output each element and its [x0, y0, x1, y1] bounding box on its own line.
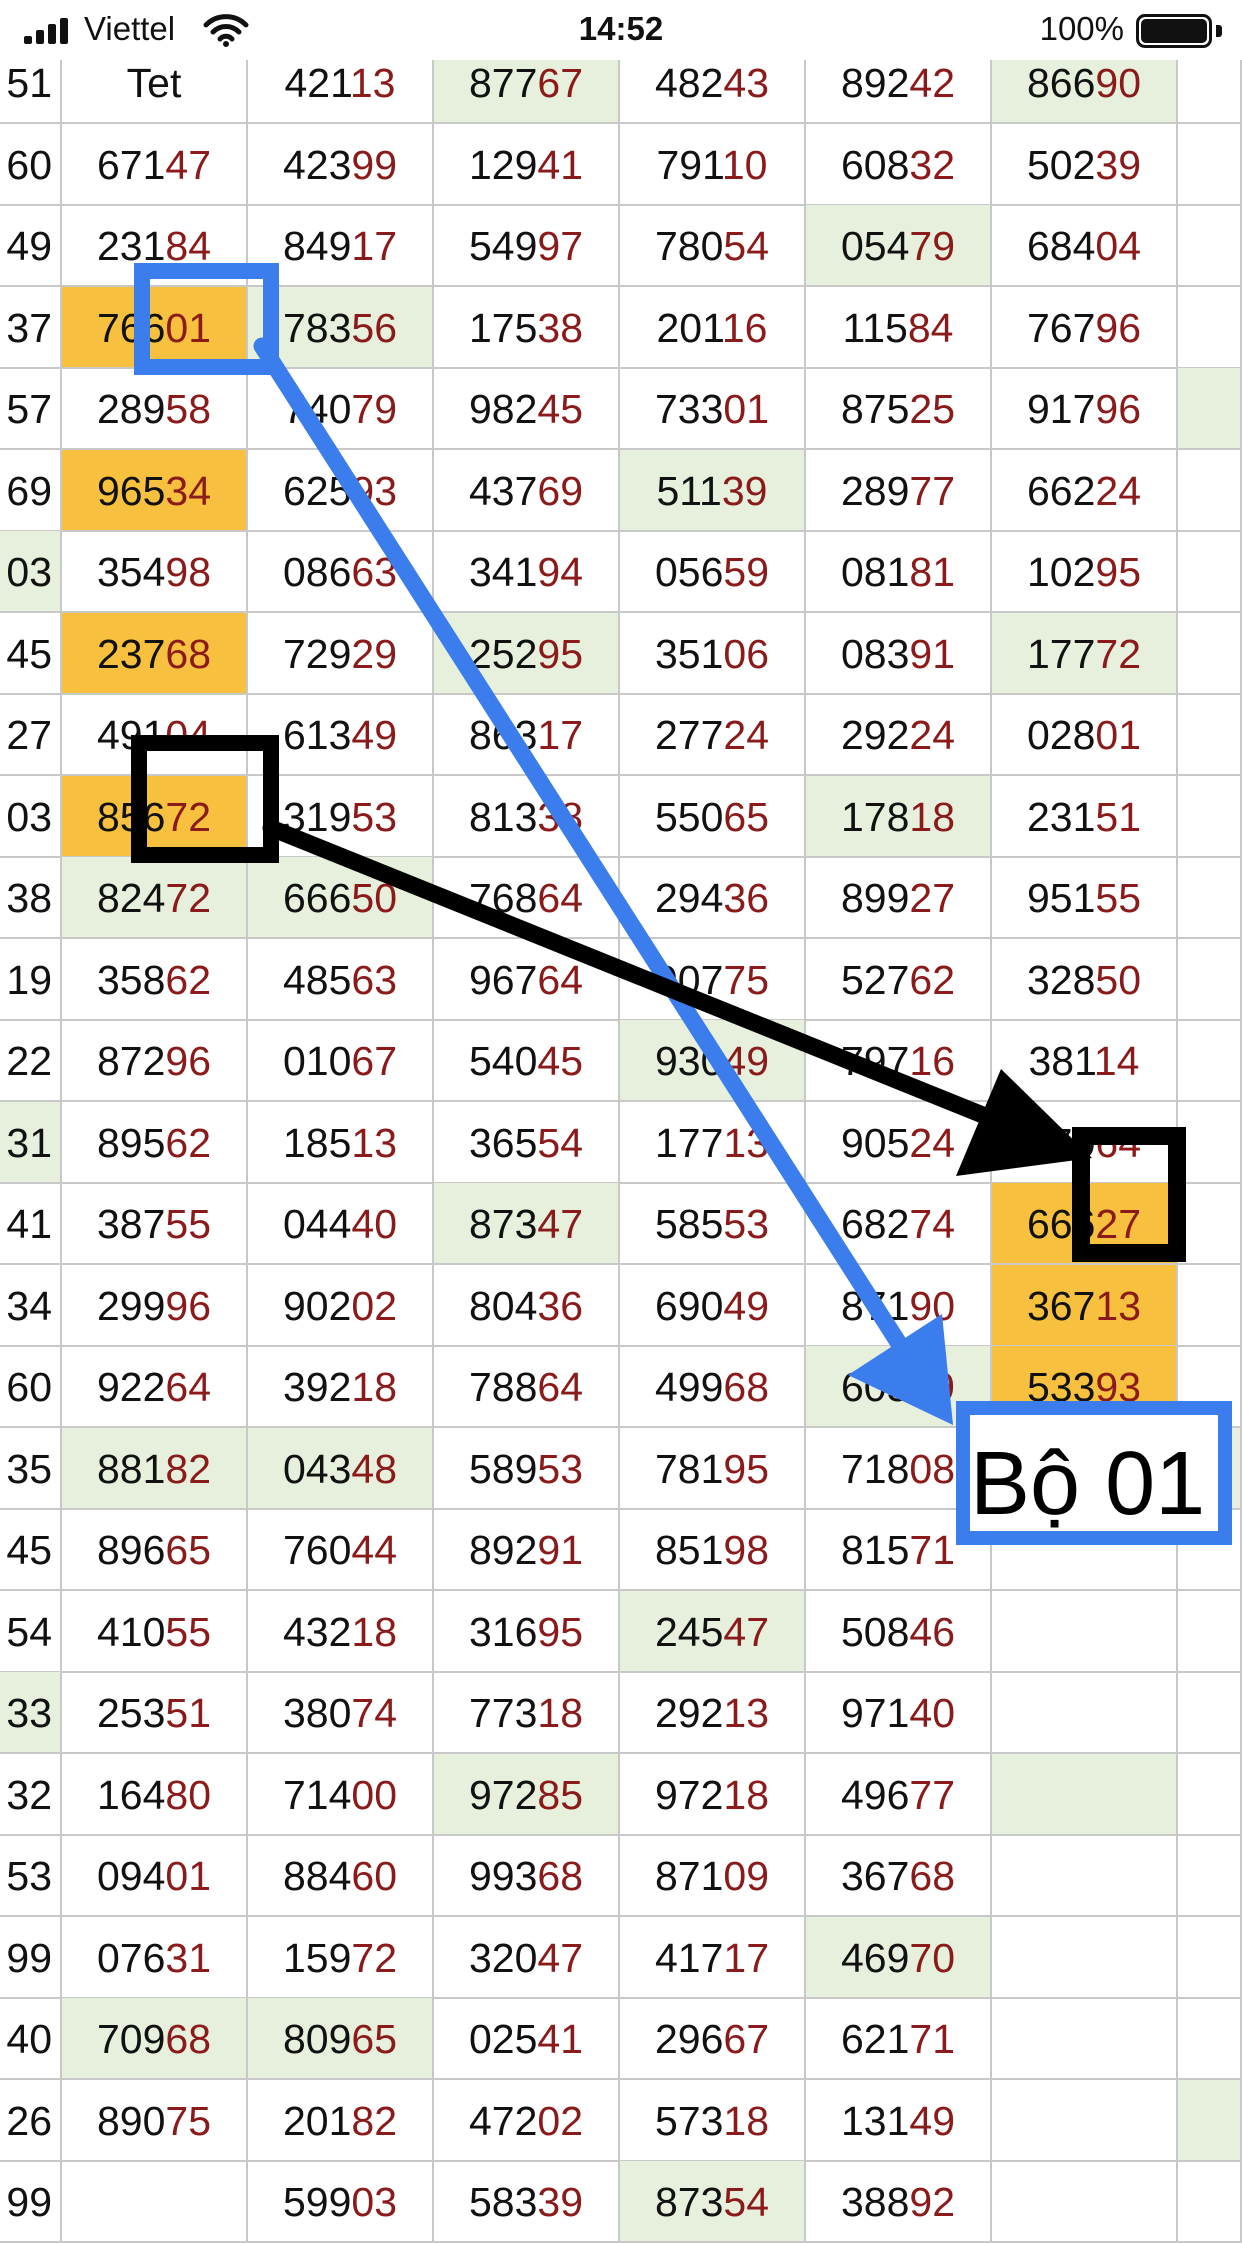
black-arrow-head [956, 1069, 1092, 1176]
set-label: Bộ 01 [970, 1434, 1206, 1534]
status-bar: Viettel 14:52 100% [0, 0, 1242, 60]
black-arrow-line [262, 819, 1029, 1139]
annotation-overlay [131, 263, 1232, 1545]
highlight-box-blue-small [134, 263, 279, 375]
highlight-box-black-small [131, 735, 279, 863]
highlight-box-black-target [1072, 1127, 1186, 1262]
battery-icon [1136, 14, 1222, 48]
battery-percent: 100% [1039, 10, 1124, 47]
